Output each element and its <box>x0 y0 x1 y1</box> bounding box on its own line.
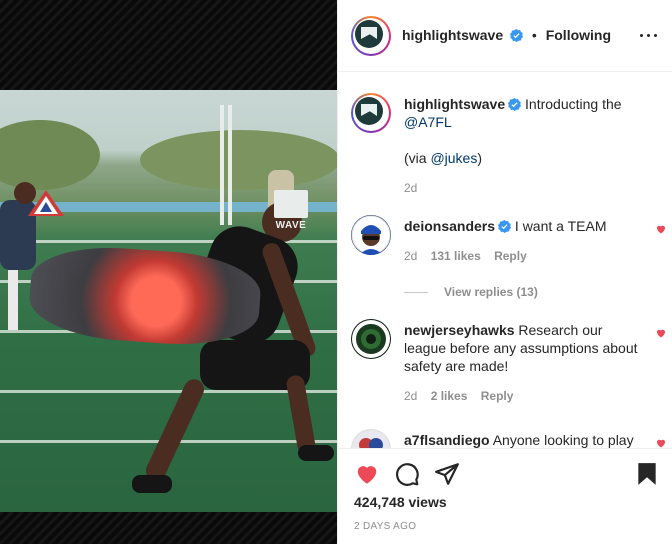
commenter-avatar[interactable] <box>351 429 391 448</box>
mention-link[interactable]: @jukes <box>430 150 477 166</box>
comment-username[interactable]: a7flsandiego <box>404 432 490 448</box>
comment-time[interactable]: 2d <box>404 249 417 263</box>
following-button[interactable]: Following <box>546 27 611 43</box>
comment-meta: 2d 131 likes Reply <box>404 247 644 265</box>
runner-leg <box>285 374 317 456</box>
heart-filled-icon[interactable] <box>655 437 667 448</box>
comment-body: deionsanders I want a TEAM 2d 131 likes … <box>404 217 644 265</box>
comment-time[interactable]: 2d <box>404 389 417 403</box>
post-header: highlightswave • Following <box>338 0 672 72</box>
post-sidebar: highlightswave • Following highlightswav… <box>337 0 672 544</box>
mention-link[interactable]: @A7FL <box>404 114 452 130</box>
runner-cleat <box>132 475 172 493</box>
caption-text: Introducting the <box>525 96 622 112</box>
via-suffix: ) <box>477 150 483 166</box>
background-trees <box>0 120 100 190</box>
heart-filled-icon[interactable] <box>655 223 667 235</box>
goal-post <box>228 105 232 225</box>
runner-cleat <box>298 445 334 461</box>
verified-badge-icon <box>510 29 524 42</box>
commenter-avatar[interactable] <box>351 215 391 255</box>
comment-text: I want a TEAM <box>514 218 607 234</box>
comments-list[interactable]: highlightswave Introducting the @A7FL (v… <box>338 73 672 448</box>
commenter-avatar[interactable] <box>351 319 391 359</box>
defender-leg <box>8 270 18 330</box>
hawks-avatar-image <box>352 320 390 358</box>
post-date[interactable]: 2 DAYS AGO <box>354 521 416 532</box>
video-frame[interactable]: WAVE <box>0 90 337 512</box>
replies-line <box>404 292 428 294</box>
view-replies-button[interactable]: View replies (13) <box>404 285 538 299</box>
background-trees <box>140 130 337 190</box>
post-actions: 424,748 views 2 DAYS AGO <box>338 448 672 544</box>
verified-badge-icon <box>508 98 522 111</box>
caption-time[interactable]: 2d <box>404 181 417 195</box>
caption-avatar[interactable] <box>351 93 391 133</box>
wave-logo-mark <box>274 190 308 218</box>
caption-via: (via @jukes) <box>404 149 644 167</box>
comment-body: a7flsandiego Anyone looking to play <box>404 431 644 448</box>
comment-reply-button[interactable]: Reply <box>481 389 514 403</box>
comment-username[interactable]: newjerseyhawks <box>404 322 515 338</box>
watermark-text: WAVE <box>275 220 307 231</box>
comment-body: newjerseyhawks Research our league befor… <box>404 321 644 405</box>
heart-filled-icon[interactable] <box>655 327 667 339</box>
verified-badge-icon <box>498 220 512 233</box>
bookmark-filled-icon[interactable] <box>634 461 660 487</box>
caption-meta: 2d <box>404 179 644 197</box>
comment-reply-button[interactable]: Reply <box>494 249 527 263</box>
comment-text: Anyone looking to play <box>492 432 634 448</box>
caption-username[interactable]: highlightswave <box>404 96 505 112</box>
separator-dot: • <box>531 27 537 43</box>
watermark-logo: WAVE <box>273 190 309 242</box>
yard-line <box>0 390 337 393</box>
letterbox-top <box>0 0 337 90</box>
author-username[interactable]: highlightswave <box>402 27 503 43</box>
comment-bubble-icon[interactable] <box>394 461 420 487</box>
more-horizontal-icon[interactable] <box>639 28 657 44</box>
paper-plane-icon[interactable] <box>434 461 460 487</box>
letterbox-bottom <box>0 512 337 544</box>
post-media[interactable]: WAVE <box>0 0 337 544</box>
comment-meta: 2d 2 likes Reply <box>404 387 644 405</box>
league-logo <box>28 190 64 216</box>
deion-avatar-image <box>351 215 391 255</box>
comment-likes[interactable]: 131 likes <box>431 249 481 263</box>
comment-username[interactable]: deionsanders <box>404 218 495 234</box>
author-line: highlightswave • Following <box>402 27 611 43</box>
comment-likes[interactable]: 2 likes <box>431 389 468 403</box>
view-replies-label: View replies (13) <box>444 285 538 299</box>
caption-body: highlightswave Introducting the @A7FL (v… <box>404 95 644 197</box>
author-avatar[interactable] <box>351 16 391 56</box>
view-count[interactable]: 424,748 views <box>354 494 447 510</box>
heart-filled-icon[interactable] <box>354 461 380 487</box>
via-prefix: (via <box>404 150 431 166</box>
goal-post <box>220 105 224 225</box>
sandiego-avatar-image <box>352 430 390 448</box>
